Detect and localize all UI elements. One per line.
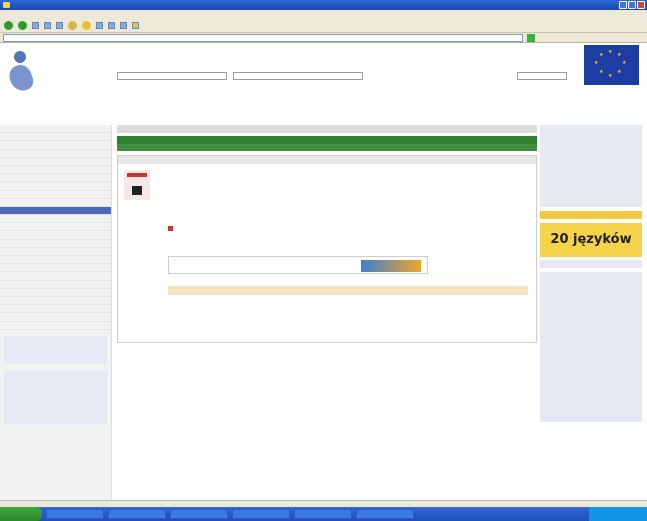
nav-item[interactable] [0, 231, 111, 240]
ie-icon [3, 2, 10, 8]
mail-icon[interactable] [108, 22, 115, 29]
nav-item[interactable] [0, 305, 111, 314]
related-link[interactable] [168, 286, 528, 295]
go-button[interactable] [527, 33, 535, 42]
user-box [4, 369, 107, 424]
search-button[interactable] [68, 21, 77, 30]
site-header: ★ ★ ★ ★ ★ ★ ★ ★ [0, 43, 647, 101]
nav-item[interactable] [0, 158, 111, 166]
nav-item[interactable] [0, 125, 111, 134]
window-titlebar [0, 0, 647, 10]
folder-icon[interactable] [132, 22, 139, 29]
refresh-icon[interactable] [44, 22, 51, 29]
stop-icon[interactable] [32, 22, 39, 29]
order-box [168, 256, 428, 274]
nav-item[interactable] [0, 297, 111, 306]
pdf-icon [168, 226, 173, 231]
maximize-button[interactable] [628, 1, 636, 9]
right-box [540, 125, 642, 207]
forward-icon [18, 21, 27, 30]
search-icon [68, 21, 77, 30]
nav-item[interactable] [0, 289, 111, 297]
right-sidebar: 20 języków [540, 125, 642, 505]
print-icon[interactable] [120, 22, 127, 29]
search-box [4, 335, 107, 364]
close-button[interactable] [637, 1, 645, 9]
translation-label [540, 211, 642, 219]
language-banner[interactable]: 20 języków [540, 223, 642, 257]
pdf-link[interactable] [168, 226, 173, 233]
green-toolbar [117, 136, 537, 144]
taskbar-item[interactable] [356, 509, 414, 519]
forward-button[interactable] [18, 21, 27, 30]
nav-item[interactable] [0, 141, 111, 150]
nav-item[interactable] [0, 191, 111, 199]
web-page: ★ ★ ★ ★ ★ ★ ★ ★ 20 języków [0, 43, 647, 508]
browser-window: ★ ★ ★ ★ ★ ★ ★ ★ 20 języków [0, 0, 647, 521]
language-select[interactable] [517, 72, 567, 80]
article-box [117, 155, 537, 343]
back-icon [4, 21, 13, 30]
order-button[interactable] [361, 260, 421, 272]
nav-item[interactable] [0, 182, 111, 191]
green-subbar [117, 144, 537, 151]
system-tray [589, 507, 647, 521]
nav-item[interactable] [0, 272, 111, 281]
nav-item[interactable] [0, 166, 111, 175]
sector-select[interactable] [233, 72, 363, 80]
main-content [117, 125, 537, 395]
nav-item[interactable] [0, 256, 111, 265]
status-bar [0, 500, 647, 507]
browser-toolbar [0, 19, 647, 33]
taskbar-item[interactable] [232, 509, 290, 519]
publication-cover[interactable] [124, 170, 150, 200]
nav-item[interactable] [0, 215, 111, 224]
nav-item[interactable] [0, 248, 111, 256]
favorites-button[interactable] [82, 21, 91, 30]
eu-flag-icon: ★ ★ ★ ★ ★ ★ ★ ★ [584, 45, 639, 85]
home-icon[interactable] [56, 22, 63, 29]
nav-item[interactable] [0, 322, 111, 330]
taskbar-item[interactable] [170, 509, 228, 519]
nav-item-active[interactable] [0, 206, 111, 216]
start-button[interactable] [0, 507, 42, 521]
nav-item[interactable] [0, 264, 111, 273]
back-button[interactable] [4, 21, 13, 30]
article-meta [168, 226, 173, 233]
taskbar-item[interactable] [46, 509, 104, 519]
selector-row [117, 71, 567, 81]
taskbar-item[interactable] [108, 509, 166, 519]
nav-item[interactable] [0, 174, 111, 183]
address-bar [0, 33, 647, 43]
languages-link[interactable] [540, 260, 642, 268]
favorites-icon [82, 21, 91, 30]
left-navigation [0, 125, 112, 500]
nav-item[interactable] [0, 199, 111, 207]
nav-item[interactable] [0, 133, 111, 142]
article-title [118, 156, 536, 164]
taskbar [0, 507, 647, 521]
agency-logo-icon[interactable] [6, 51, 40, 95]
address-input[interactable] [3, 33, 523, 42]
nav-item[interactable] [0, 281, 111, 289]
minimize-button[interactable] [619, 1, 627, 9]
menu-bar [0, 10, 647, 19]
news-box [540, 272, 642, 422]
content-header [117, 125, 537, 133]
media-icon[interactable] [96, 22, 103, 29]
topic-select[interactable] [117, 72, 227, 80]
nav-item[interactable] [0, 150, 111, 158]
nav-item[interactable] [0, 313, 111, 322]
nav-item[interactable] [0, 240, 111, 248]
nav-item[interactable] [0, 223, 111, 232]
taskbar-item[interactable] [294, 509, 352, 519]
